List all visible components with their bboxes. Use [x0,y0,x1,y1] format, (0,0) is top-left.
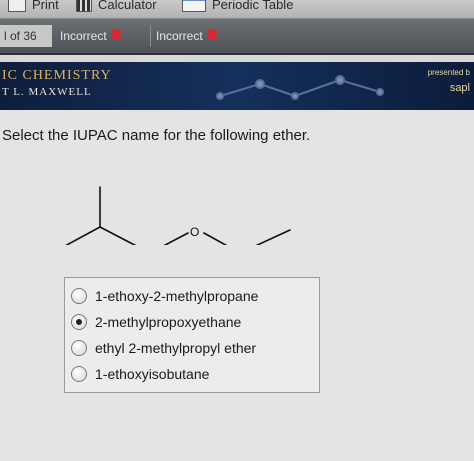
question-prompt: Select the IUPAC name for the following … [2,127,311,144]
question-counter: l of 36 [0,25,52,47]
choice-label: 1-ethoxyisobutane [95,366,210,382]
course-title: IC CHEMISTRY [2,68,112,83]
choice-4[interactable]: 1-ethoxyisobutane [71,366,209,382]
calculator-button[interactable]: Calculator [76,0,157,12]
calculator-icon [76,0,92,12]
course-author: T L. MAXWELL [2,86,92,98]
radio-button[interactable] [71,288,87,304]
print-label: Print [32,0,59,12]
periodic-table-icon [182,0,206,12]
choice-1[interactable]: 1-ethoxy-2-methylpropane [71,288,258,304]
choice-3[interactable]: ethyl 2-methylpropyl ether [71,340,256,356]
publisher-text: sapl [449,82,470,94]
choice-label: 1-ethoxy-2-methylpropane [95,288,259,304]
radio-button[interactable] [71,340,87,356]
question-tab-1[interactable]: Incorrect ✖ [60,25,123,47]
tab-divider [150,25,151,47]
printer-icon [8,0,26,12]
periodic-table-button[interactable]: Periodic Table [182,0,293,12]
course-banner: IC CHEMISTRY T L. MAXWELL presented b sa… [0,62,474,110]
periodic-table-label: Periodic Table [212,0,294,12]
question-tab-status: Incorrect [60,29,107,43]
incorrect-x-icon: ✖ [109,27,124,44]
ether-skeletal-structure: O [65,186,291,245]
question-tab-2[interactable]: Incorrect ✖ [156,25,219,47]
molecule-decoration-icon [216,75,384,100]
radio-button-selected[interactable] [71,314,87,330]
radio-button[interactable] [71,366,87,382]
choice-label: 2-methylpropoxyethane [95,314,242,330]
question-tab-status: Incorrect [156,29,203,43]
calculator-label: Calculator [98,0,157,12]
oxygen-atom-label: O [190,225,199,239]
choice-label: ethyl 2-methylpropyl ether [95,340,257,356]
top-toolbar: Print Calculator Periodic Table [0,0,474,19]
print-button[interactable]: Print [8,0,59,12]
question-panel: Select the IUPAC name for the following … [0,110,474,461]
presented-by-text: presented b [427,68,470,77]
question-nav-bar: l of 36 Incorrect ✖ Incorrect ✖ [0,19,474,55]
answer-choices: 1-ethoxy-2-methylpropane 2-methylpropoxy… [64,277,320,393]
incorrect-x-icon: ✖ [205,27,220,44]
choice-2[interactable]: 2-methylpropoxyethane [71,314,241,330]
